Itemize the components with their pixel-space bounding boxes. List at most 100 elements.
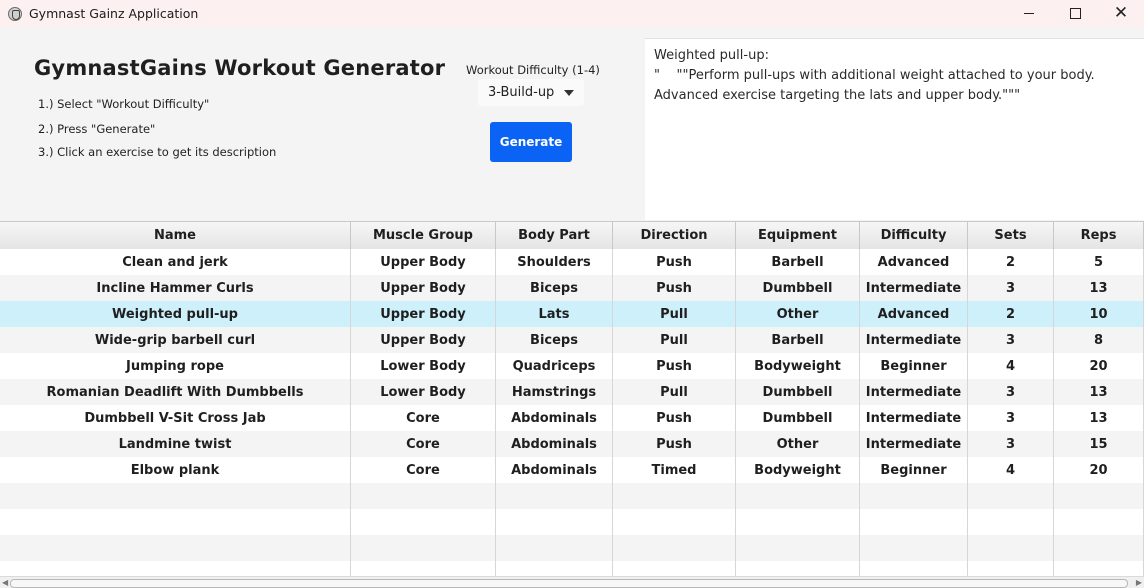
cell-sets: 3 (968, 431, 1054, 457)
table-row[interactable]: Dumbbell V-Sit Cross Jab Core Abdominals Pu… (0, 405, 1144, 431)
exercise-description-text: Weighted pull-up: " ""Perform pull-ups w… (654, 48, 1095, 103)
cell-body-part: Shoulders (496, 249, 613, 275)
cell-muscle-group: Core (351, 405, 496, 431)
table-header: Name Muscle Group Body Part Direction Equipm… (0, 222, 1144, 250)
cell-sets: 3 (968, 405, 1054, 431)
cell-reps (1054, 535, 1144, 561)
cell-sets: 4 (968, 353, 1054, 379)
cell-equipment: Dumbbell (736, 379, 860, 405)
instruction-step-1: 1.) Select "Workout Difficulty" (38, 97, 210, 111)
window-controls: ✕ (1006, 0, 1144, 27)
cell-sets: 3 (968, 327, 1054, 353)
table-row[interactable]: Weighted pull-up Upper Body Lats Pull Other A… (0, 301, 1144, 327)
table-row[interactable]: Jumping rope Lower Body Quadriceps Push Body… (0, 353, 1144, 379)
cell-muscle-group (351, 561, 496, 577)
maximize-button[interactable] (1052, 0, 1098, 27)
cell-name: Elbow plank (0, 457, 351, 483)
cell-muscle-group: Core (351, 431, 496, 457)
cell-equipment (736, 561, 860, 577)
exercise-description-area[interactable]: Weighted pull-up: " ""Perform pull-ups w… (645, 38, 1144, 220)
table-row[interactable]: Clean and jerk Upper Body Shoulders Push Bar… (0, 249, 1144, 275)
scrollbar-thumb[interactable] (10, 579, 1128, 588)
page-title: GymnastGains Workout Generator (34, 56, 446, 80)
column-header-direction[interactable]: Direction (613, 222, 736, 249)
close-button[interactable]: ✕ (1098, 0, 1144, 27)
cell-muscle-group: Upper Body (351, 301, 496, 327)
cell-body-part: Biceps (496, 275, 613, 301)
cell-body-part (496, 483, 613, 509)
cell-muscle-group (351, 535, 496, 561)
cell-reps: 10 (1054, 301, 1144, 327)
cell-name: Clean and jerk (0, 249, 351, 275)
minimize-icon (1024, 13, 1034, 14)
cell-sets (968, 483, 1054, 509)
cell-direction: Push (613, 431, 736, 457)
cell-equipment: Dumbbell (736, 405, 860, 431)
cell-direction: Push (613, 275, 736, 301)
horizontal-scrollbar[interactable]: ◀ ▶ (0, 576, 1144, 588)
window-title-bar: Gymnast Gainz Application ✕ (0, 0, 1144, 27)
cell-name: Incline Hammer Curls (0, 275, 351, 301)
cell-direction: Push (613, 249, 736, 275)
cell-body-part (496, 509, 613, 535)
difficulty-select[interactable]: 3-Build-up (478, 79, 584, 106)
cell-difficulty (860, 509, 968, 535)
cell-difficulty: Beginner (860, 353, 968, 379)
column-header-equipment[interactable]: Equipment (736, 222, 860, 249)
cell-equipment: Barbell (736, 249, 860, 275)
cell-sets (968, 561, 1054, 577)
cell-name (0, 509, 351, 535)
cell-reps: 5 (1054, 249, 1144, 275)
column-header-muscle-group[interactable]: Muscle Group (351, 222, 496, 249)
cell-direction: Push (613, 353, 736, 379)
cell-name: Dumbbell V-Sit Cross Jab (0, 405, 351, 431)
cell-muscle-group (351, 509, 496, 535)
cell-difficulty (860, 535, 968, 561)
cell-sets: 3 (968, 275, 1054, 301)
cell-difficulty: Advanced (860, 249, 968, 275)
cell-direction: Pull (613, 301, 736, 327)
cell-direction (613, 535, 736, 561)
scroll-right-icon[interactable]: ▶ (1136, 578, 1142, 588)
cell-reps: 20 (1054, 353, 1144, 379)
cell-reps: 15 (1054, 431, 1144, 457)
cell-muscle-group: Core (351, 457, 496, 483)
cell-name (0, 561, 351, 577)
cell-reps (1054, 483, 1144, 509)
cell-reps (1054, 561, 1144, 577)
cell-body-part (496, 535, 613, 561)
cell-equipment: Barbell (736, 327, 860, 353)
cell-direction: Pull (613, 327, 736, 353)
cell-name (0, 483, 351, 509)
cell-direction (613, 561, 736, 577)
cell-body-part: Hamstrings (496, 379, 613, 405)
column-header-sets[interactable]: Sets (968, 222, 1054, 249)
cell-muscle-group (351, 483, 496, 509)
column-header-name[interactable]: Name (0, 222, 351, 249)
table-row[interactable]: Wide-grip barbell curl Upper Body Biceps Pu… (0, 327, 1144, 353)
close-icon: ✕ (1113, 3, 1129, 23)
cell-difficulty: Intermediate (860, 405, 968, 431)
cell-sets: 3 (968, 379, 1054, 405)
table-row[interactable]: Landmine twist Core Abdominals Push Other Int… (0, 431, 1144, 457)
cell-equipment: Bodyweight (736, 353, 860, 379)
column-header-reps[interactable]: Reps (1054, 222, 1144, 249)
cell-difficulty: Intermediate (860, 327, 968, 353)
cell-sets: 2 (968, 249, 1054, 275)
column-header-difficulty[interactable]: Difficulty (860, 222, 968, 249)
maximize-icon (1069, 8, 1081, 19)
column-header-body-part[interactable]: Body Part (496, 222, 613, 249)
cell-muscle-group: Lower Body (351, 353, 496, 379)
cell-muscle-group: Lower Body (351, 379, 496, 405)
table-row[interactable]: Incline Hammer Curls Upper Body Biceps Push… (0, 275, 1144, 301)
difficulty-label: Workout Difficulty (1-4) (466, 63, 600, 77)
cell-name: Weighted pull-up (0, 301, 351, 327)
scroll-left-icon[interactable]: ◀ (2, 578, 8, 588)
cell-equipment: Other (736, 301, 860, 327)
minimize-button[interactable] (1006, 0, 1052, 27)
exercise-table[interactable]: Name Muscle Group Body Part Direction Equipm… (0, 221, 1144, 577)
cell-reps (1054, 509, 1144, 535)
generate-button[interactable]: Generate (490, 122, 572, 162)
table-row[interactable]: Elbow plank Core Abdominals Timed Bodyweight… (0, 457, 1144, 483)
table-row[interactable]: Romanian Deadlift With Dumbbells Lower Bo… (0, 379, 1144, 405)
